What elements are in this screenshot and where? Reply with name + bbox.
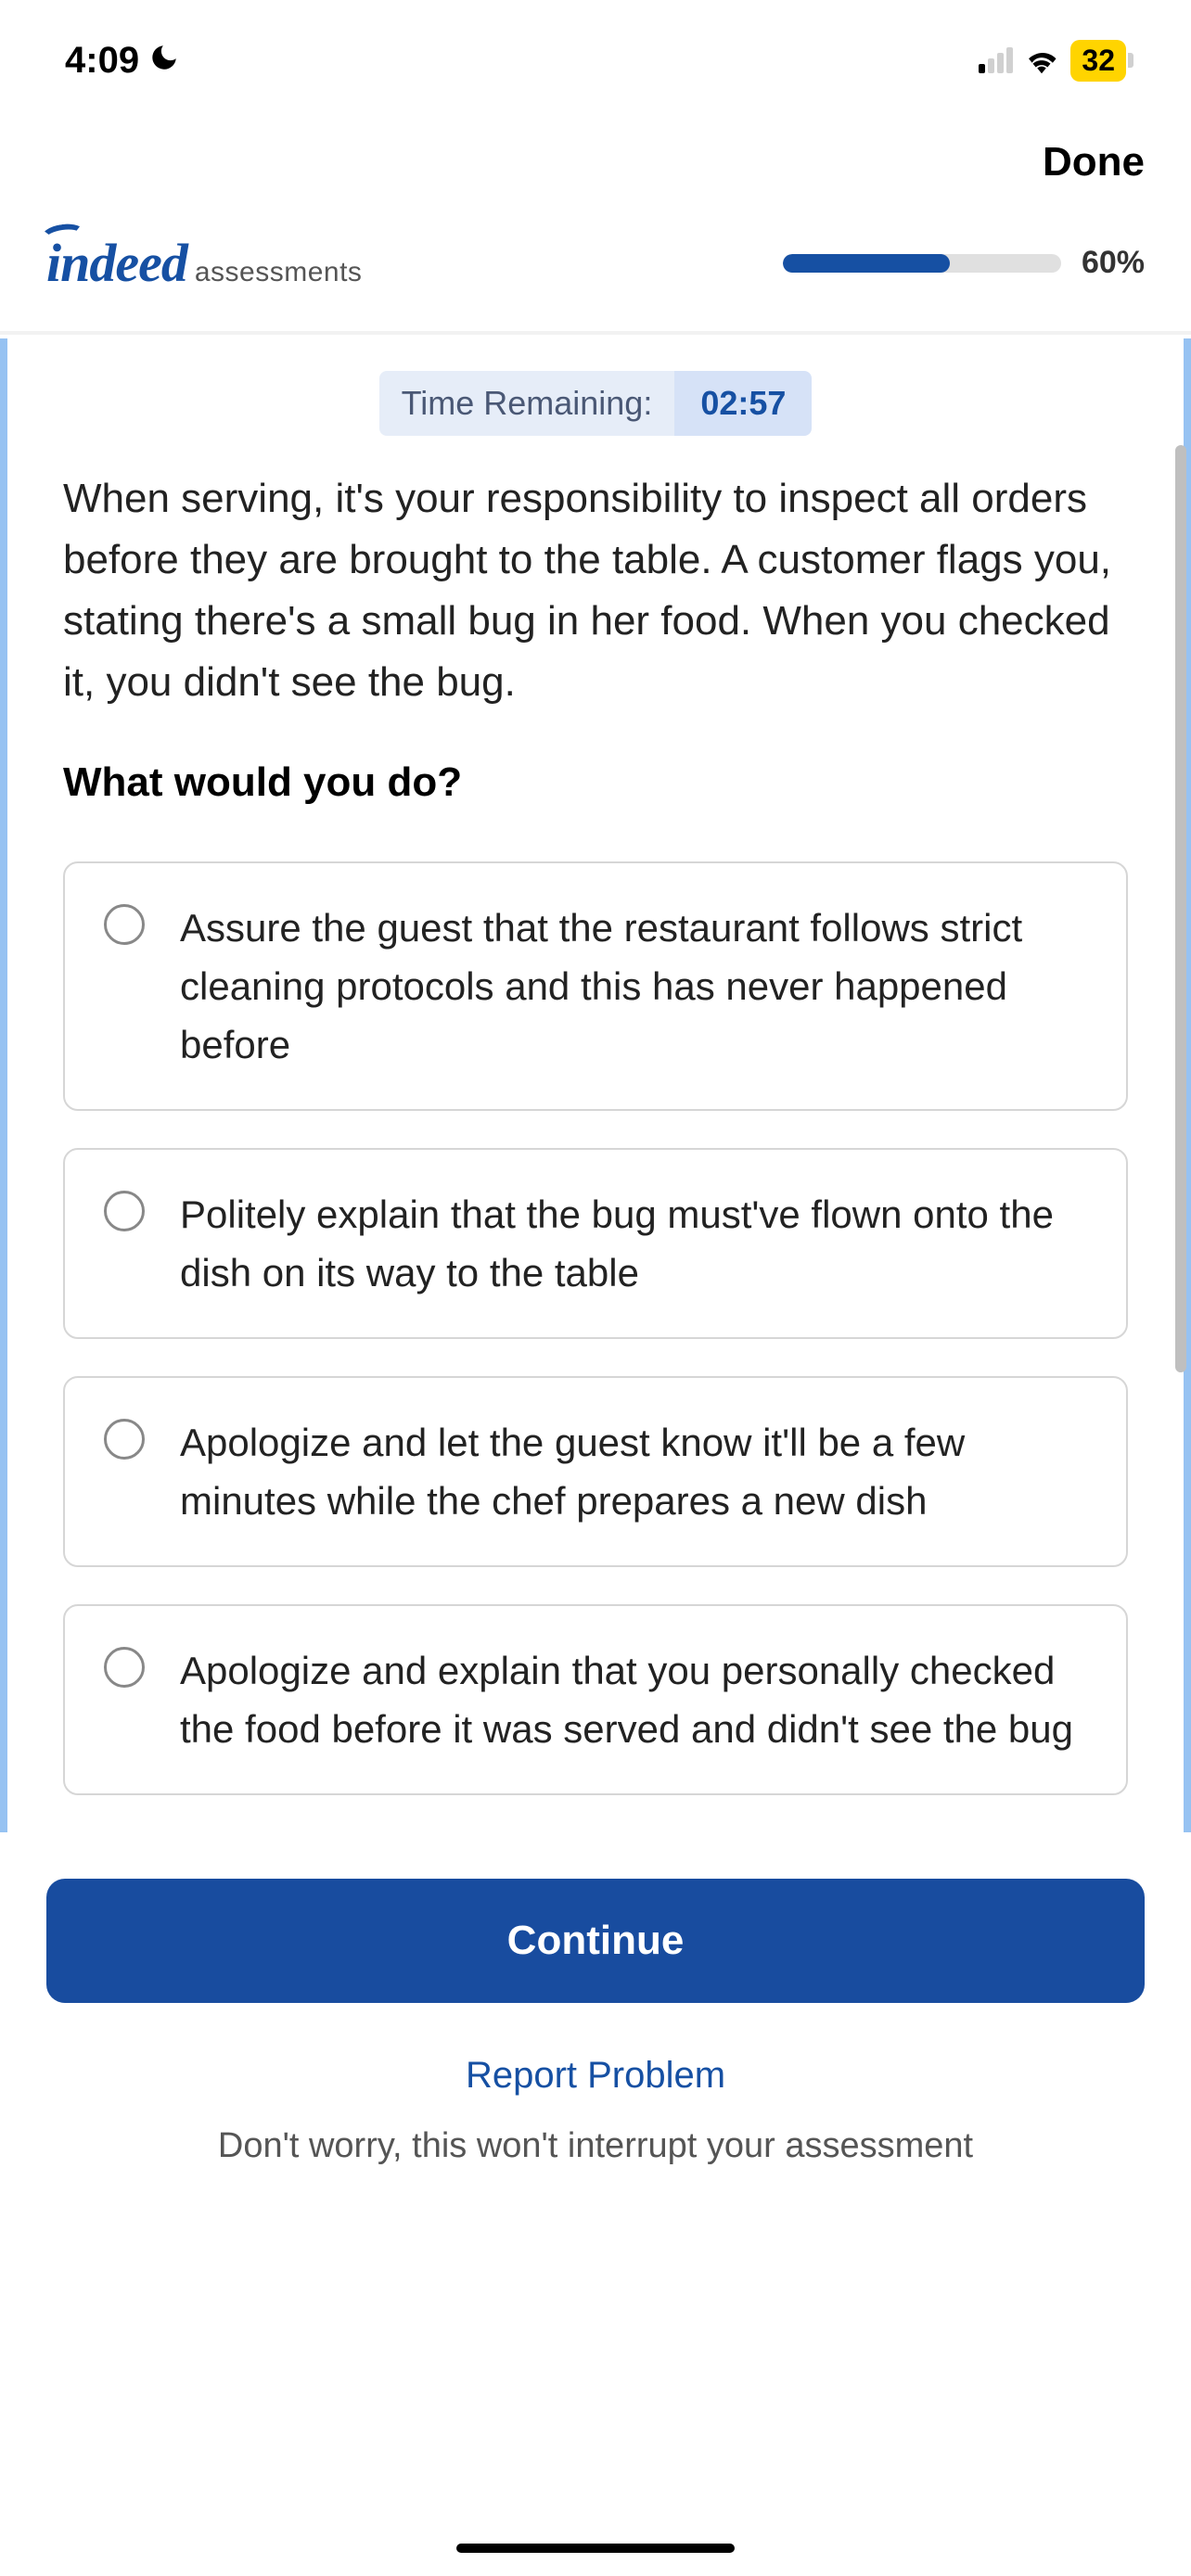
option-text: Politely explain that the bug must've fl… [180, 1185, 1087, 1302]
option-text: Apologize and let the guest know it'll b… [180, 1413, 1087, 1530]
question-panel: Time Remaining: 02:57 When serving, it's… [0, 338, 1191, 1832]
timer-label: Time Remaining: [379, 371, 675, 436]
question-scenario: When serving, it's your responsibility t… [54, 468, 1137, 759]
bottom-actions: Continue Report Problem Don't worry, thi… [0, 1832, 1191, 2203]
radio-icon [104, 1647, 145, 1688]
option-text: Apologize and explain that you personall… [180, 1641, 1087, 1758]
brand: indeed assessments [46, 232, 362, 294]
cellular-signal-icon [979, 47, 1013, 73]
question-prompt: What would you do? [54, 759, 1137, 861]
option-3[interactable]: Apologize and let the guest know it'll b… [63, 1376, 1128, 1567]
option-4[interactable]: Apologize and explain that you personall… [63, 1604, 1128, 1795]
wifi-icon [1024, 46, 1059, 74]
divider [0, 331, 1191, 335]
option-2[interactable]: Politely explain that the bug must've fl… [63, 1148, 1128, 1339]
status-bar: 4:09 32 [0, 0, 1191, 102]
do-not-disturb-icon [148, 42, 180, 79]
done-button[interactable]: Done [1043, 139, 1145, 185]
footer-note: Don't worry, this won't interrupt your a… [46, 2126, 1145, 2203]
report-problem-link[interactable]: Report Problem [46, 2003, 1145, 2126]
scrollbar[interactable] [1175, 445, 1186, 1372]
progress-bar [783, 254, 1061, 273]
brand-subtitle: assessments [195, 257, 363, 288]
brand-bar: indeed assessments 60% [0, 232, 1191, 331]
status-right: 32 [979, 40, 1126, 82]
indeed-logo: indeed [46, 232, 187, 294]
status-time: 4:09 [65, 40, 139, 82]
battery-indicator: 32 [1070, 40, 1126, 82]
progress-percent: 60% [1082, 245, 1145, 281]
radio-icon [104, 1419, 145, 1460]
home-indicator[interactable] [456, 2544, 735, 2553]
radio-icon [104, 1191, 145, 1231]
radio-icon [104, 904, 145, 945]
progress: 60% [783, 245, 1145, 281]
continue-button[interactable]: Continue [46, 1879, 1145, 2003]
options-list: Assure the guest that the restaurant fol… [54, 861, 1137, 1832]
timer-chip: Time Remaining: 02:57 [379, 371, 813, 436]
webview-top-bar: Done [0, 102, 1191, 232]
timer-value: 02:57 [674, 371, 812, 436]
status-left: 4:09 [65, 40, 180, 82]
timer-row: Time Remaining: 02:57 [54, 338, 1137, 468]
option-text: Assure the guest that the restaurant fol… [180, 899, 1087, 1074]
option-1[interactable]: Assure the guest that the restaurant fol… [63, 861, 1128, 1111]
